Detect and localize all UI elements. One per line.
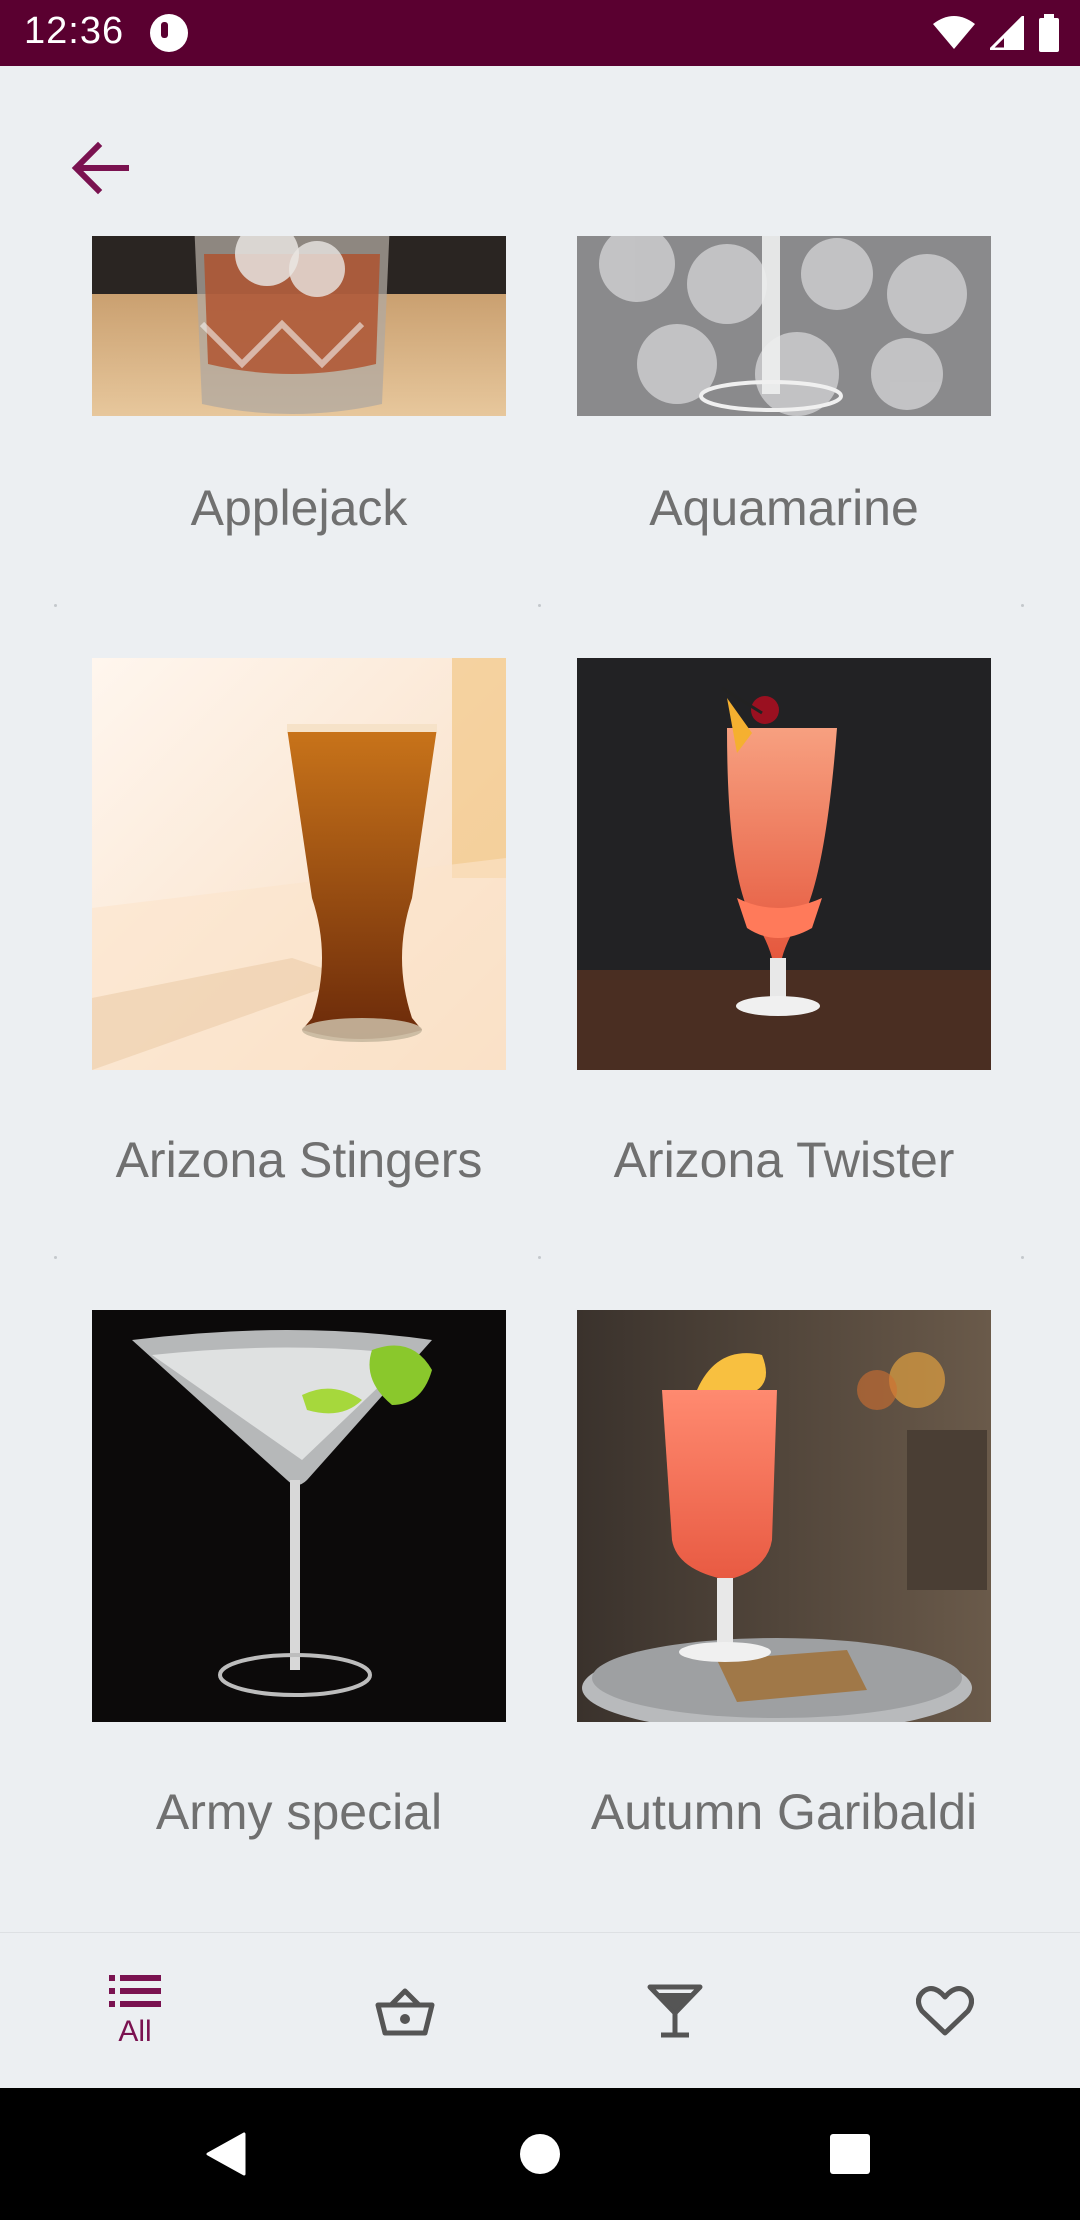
drink-card[interactable]: Army special xyxy=(92,1310,506,1930)
bottom-navigation: All xyxy=(0,1932,1080,2088)
nav-label-all: All xyxy=(118,2015,152,2048)
drink-image xyxy=(92,1310,506,1722)
separator xyxy=(1021,604,1024,607)
battery-icon xyxy=(1039,14,1059,52)
arrow-left-icon xyxy=(71,141,129,195)
drink-card[interactable]: Aquamarine xyxy=(577,236,991,556)
drink-card[interactable]: Arizona Twister xyxy=(577,658,991,1218)
separator xyxy=(1021,1256,1024,1259)
drink-name: Arizona Twister xyxy=(613,1132,955,1188)
cocktail-grid[interactable]: Applejack Aquamarine Arizona Stingers Ar… xyxy=(0,236,1080,1932)
back-triangle-icon xyxy=(206,2132,246,2176)
drink-image xyxy=(577,236,991,416)
separator xyxy=(538,604,541,607)
home-circle-icon xyxy=(520,2134,560,2174)
recents-square-icon xyxy=(830,2134,870,2174)
drink-name: Applejack xyxy=(190,480,408,536)
drink-image xyxy=(92,236,506,416)
drink-name: Army special xyxy=(155,1784,443,1840)
signal-icon xyxy=(990,16,1024,50)
separator xyxy=(54,604,57,607)
nav-item-cocktail[interactable] xyxy=(540,1933,810,2089)
status-time: 12:36 xyxy=(24,10,125,52)
cocktail-glass-icon xyxy=(647,1984,703,2038)
wifi-icon xyxy=(933,16,975,49)
basket-icon xyxy=(375,1988,435,2036)
app-notification-icon xyxy=(150,14,188,52)
drink-image xyxy=(577,1310,991,1722)
drink-name: Arizona Stingers xyxy=(115,1132,483,1188)
heart-icon xyxy=(916,1986,974,2036)
drink-card[interactable]: Arizona Stingers xyxy=(92,658,506,1218)
nav-item-all[interactable]: All xyxy=(0,1933,270,2089)
nav-item-favorites[interactable] xyxy=(810,1933,1080,2089)
system-home-button[interactable] xyxy=(510,2124,570,2184)
drink-card[interactable]: Applejack xyxy=(92,236,506,556)
status-icons xyxy=(932,14,1060,52)
list-icon xyxy=(109,1975,161,2007)
drink-image xyxy=(577,658,991,1070)
separator xyxy=(54,1256,57,1259)
drink-name: Autumn Garibaldi xyxy=(590,1784,978,1840)
system-recents-button[interactable] xyxy=(820,2124,880,2184)
drink-card[interactable]: Autumn Garibaldi xyxy=(577,1310,991,1930)
separator xyxy=(538,1256,541,1259)
back-button[interactable] xyxy=(60,128,140,208)
system-back-button[interactable] xyxy=(196,2124,256,2184)
system-navigation-bar xyxy=(0,2088,1080,2220)
drink-image xyxy=(92,658,506,1070)
status-bar: 12:36 xyxy=(0,0,1080,66)
nav-item-basket[interactable] xyxy=(270,1933,540,2089)
drink-name: Aquamarine xyxy=(649,480,919,536)
